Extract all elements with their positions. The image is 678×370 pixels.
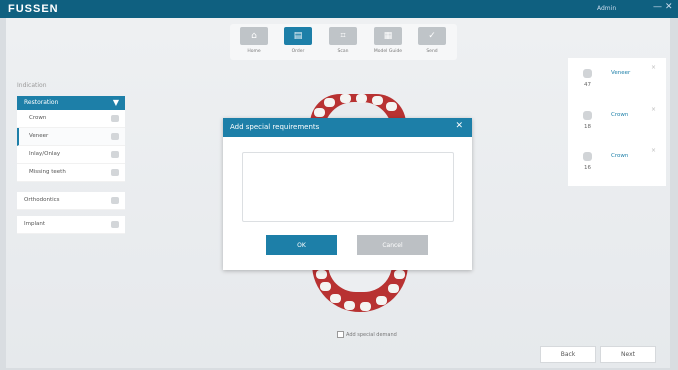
sidebar-item-veneer[interactable]: Veneer [17,128,125,146]
tooth[interactable] [388,284,399,293]
tab-order-label: Order [291,49,305,54]
restoration-panel: Restoration ▼ Crown Veneer Inlay/Onlay M… [17,96,125,182]
tooth[interactable] [360,302,371,311]
tooth[interactable] [372,96,383,105]
tooth[interactable] [316,270,327,279]
cancel-button[interactable]: Cancel [357,235,428,255]
tab-home-label: Home [247,49,261,54]
workflow-toolbar: ⌂ Home ▤ Order ⌗ Scan ▦ Model Guide ✓ Se… [230,24,457,60]
scan-icon: ⌗ [329,27,357,45]
list-item[interactable]: 18 Crown × [568,102,666,142]
selected-teeth-panel: 47 Veneer × 18 Crown × 16 Crown × [568,58,666,186]
tooth[interactable] [340,94,351,103]
tooth-number: 16 [584,165,591,171]
tooth-icon [583,111,592,120]
app-logo: FUSSEN [8,3,59,15]
tab-model-guide[interactable]: ▦ Model Guide [368,27,408,57]
inlay-icon [111,151,119,158]
sidebar-item-label: Crown [29,115,47,121]
restoration-header-label: Restoration [24,99,59,106]
tab-scan-label: Scan [337,49,349,54]
crown-icon [111,115,119,122]
tab-home[interactable]: ⌂ Home [234,27,274,57]
next-button[interactable]: Next [600,346,656,363]
tooth[interactable] [344,301,355,310]
tooth[interactable] [376,296,387,305]
braces-icon [111,197,119,204]
sidebar-item-label: Inlay/Onlay [29,151,61,157]
dialog-header: Add special requirements ✕ [223,118,472,137]
back-button[interactable]: Back [540,346,596,363]
special-requirements-dialog: Add special requirements ✕ OK Cancel [223,118,472,270]
special-requirements-textarea[interactable] [242,152,454,222]
close-window-icon[interactable]: ✕ [665,2,673,12]
tooth[interactable] [324,98,335,107]
ok-button[interactable]: OK [266,235,337,255]
tooth[interactable] [314,108,325,117]
restoration-header[interactable]: Restoration ▼ [17,96,125,110]
sidebar-item-label: Missing teeth [29,169,66,175]
sidebar-item-label: Veneer [29,133,49,139]
tab-order[interactable]: ▤ Order [278,27,318,57]
tooth[interactable] [356,94,367,103]
sidebar-item-label: Implant [24,221,46,227]
tab-model-guide-label: Model Guide [373,49,403,54]
sidebar-item-implant[interactable]: Implant [17,216,125,234]
tooth-number: 47 [584,82,591,88]
title-bar: FUSSEN Admin — ✕ [0,0,678,18]
tab-scan[interactable]: ⌗ Scan [323,27,363,57]
close-icon[interactable]: ✕ [455,121,463,131]
tooth[interactable] [386,102,397,111]
sidebar-item-orthodontics[interactable]: Orthodontics [17,192,125,210]
remove-icon[interactable]: × [651,106,656,113]
sidebar-item-inlay-onlay[interactable]: Inlay/Onlay [17,146,125,164]
model-guide-icon: ▦ [374,27,402,45]
tooth[interactable] [330,294,341,303]
list-item[interactable]: 47 Veneer × [568,60,666,100]
restoration-type: Crown [611,112,629,118]
dialog-title: Add special requirements [230,123,320,131]
indication-label: Indication [17,82,47,89]
tab-send[interactable]: ✓ Send [412,27,452,57]
tooth-icon [583,152,592,161]
order-icon: ▤ [284,27,312,45]
special-demand-label: Add special demand [346,332,397,338]
special-demand-option[interactable]: Add special demand [337,331,397,338]
minimize-icon[interactable]: — [653,2,662,12]
list-item[interactable]: 16 Crown × [568,143,666,183]
implant-icon [111,221,119,228]
restoration-type: Crown [611,153,629,159]
orthodontics-panel[interactable]: Orthodontics [17,192,125,210]
send-icon: ✓ [418,27,446,45]
veneer-icon [111,133,119,140]
tooth-number: 18 [584,124,591,130]
home-icon: ⌂ [240,27,268,45]
special-demand-checkbox[interactable] [337,331,344,338]
tooth[interactable] [394,270,405,279]
caret-down-icon: ▼ [112,98,119,107]
tab-send-label: Send [426,49,438,54]
tooth[interactable] [320,282,331,291]
tooth-icon [583,69,592,78]
remove-icon[interactable]: × [651,147,656,154]
remove-icon[interactable]: × [651,64,656,71]
user-menu[interactable]: Admin [597,5,616,12]
sidebar-item-missing-teeth[interactable]: Missing teeth [17,164,125,182]
sidebar-item-label: Orthodontics [24,197,60,203]
sidebar-item-crown[interactable]: Crown [17,110,125,128]
missing-tooth-icon [111,169,119,176]
restoration-type: Veneer [611,70,631,76]
implant-panel[interactable]: Implant [17,216,125,234]
